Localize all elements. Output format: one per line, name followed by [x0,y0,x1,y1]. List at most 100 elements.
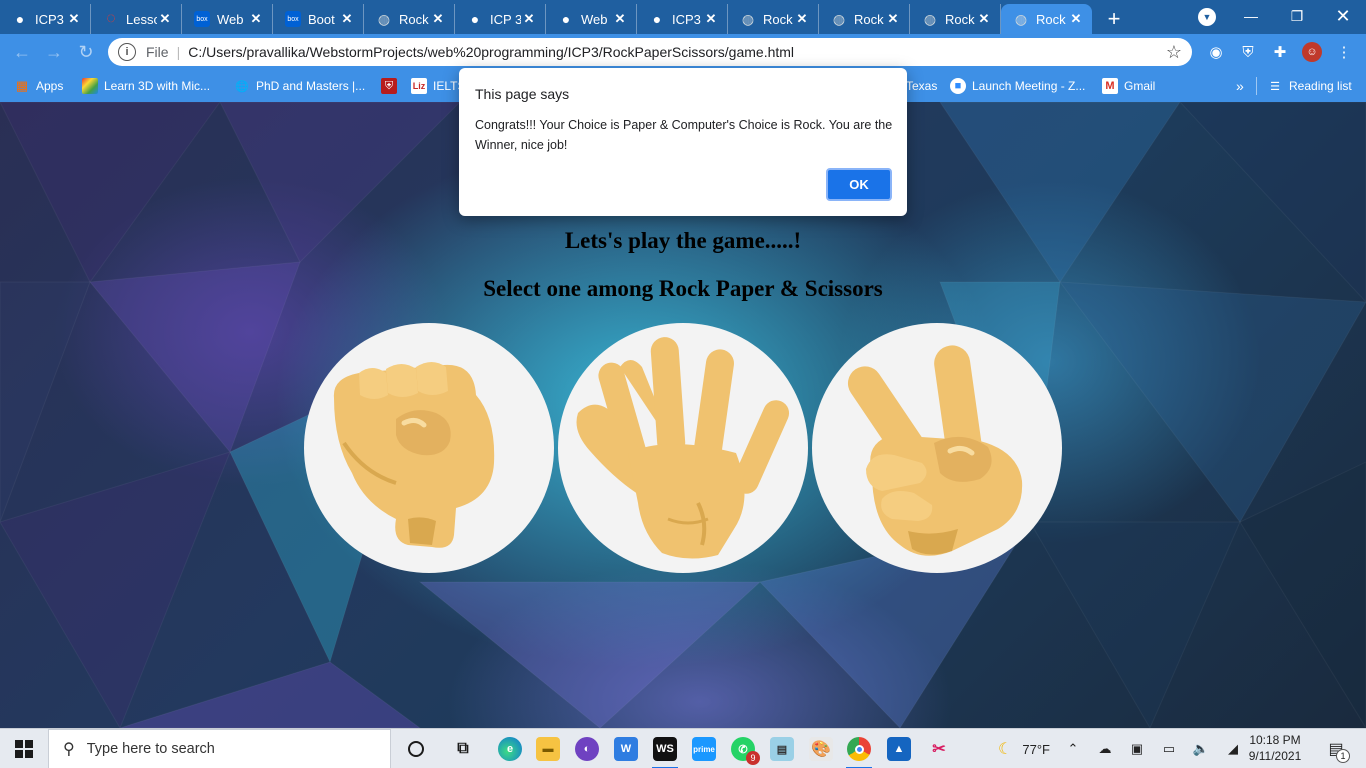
tab-close-icon[interactable]: ✕ [976,11,992,27]
tab-close-icon[interactable]: ✕ [157,11,173,27]
action-center-badge: 1 [1336,749,1350,763]
taskbar-whatsapp[interactable]: ✆ 9 [724,729,762,768]
extension-shield-icon[interactable]: ⛨ [1238,42,1258,62]
search-placeholder: Type here to search [86,741,215,757]
taskbar-webstorm[interactable]: WS [646,729,684,768]
meet-now-icon[interactable]: ▣ [1126,729,1148,768]
address-bar[interactable]: i File | C:/Users/pravallika/WebstormPro… [108,38,1192,66]
bookmark-shield[interactable]: ⛨ [381,77,403,95]
minimize-icon[interactable]: — [1228,0,1274,32]
tab-2[interactable]: ◌ Lesso✕ [91,4,182,34]
circle-icon: ◌ [106,10,116,27]
bookmark-zoom[interactable]: ■ Launch Meeting - Z... [950,77,1085,95]
taskbar-chrome[interactable] [840,729,878,768]
bookmarks-overflow-button[interactable]: » [1236,77,1244,95]
rock-choice-button[interactable] [304,323,554,573]
tab-3[interactable]: box Web ✕ [182,4,273,34]
reading-list-label: Reading list [1289,79,1352,93]
tab-1[interactable]: ● ICP3 ✕ [0,4,91,34]
restore-icon[interactable]: ❐ [1274,0,1320,32]
github-desktop-icon: ◐ [575,737,599,761]
browser-menu-icon[interactable]: ⋮ [1334,42,1354,62]
volume-icon[interactable]: 🔈 [1190,729,1212,768]
shield-icon: ⛨ [381,78,397,94]
close-window-icon[interactable]: ✕ [1320,0,1366,32]
tab-4[interactable]: box Boot ✕ [273,4,364,34]
taskbar-snipping-tool[interactable]: ✂ [920,729,958,768]
taskbar-notepad[interactable]: ▤ [763,729,801,768]
bookmark-phd-masters[interactable]: 🌐 PhD and Masters |... [234,77,365,95]
address-url[interactable]: C:/Users/pravallika/WebstormProjects/web… [188,44,794,60]
ok-button[interactable]: OK [826,168,892,201]
bookmark-label: Apps [36,79,64,93]
liz-icon: Liz [411,78,427,94]
tab-close-icon[interactable]: ✕ [430,11,446,27]
action-center-button[interactable]: ▤ 1 [1318,729,1354,768]
taskbar-wps[interactable]: W [607,729,645,768]
bookmark-learn-3d[interactable]: Learn 3D with Mic... [82,77,210,95]
extensions-puzzle-icon[interactable]: ✚ [1270,42,1290,62]
bookmark-label: Launch Meeting - Z... [972,79,1086,93]
edge-icon: e [498,737,522,761]
taskbar-search-box[interactable]: ⚲ Type here to search [48,729,391,768]
forward-icon[interactable]: → [44,42,64,62]
webstorm-icon: WS [653,737,677,761]
tab-7[interactable]: ● Web ✕ [546,4,637,34]
tab-label: Boot [308,11,335,27]
tab-8[interactable]: ● ICP3 ✕ [637,4,728,34]
tab-strip: ●ICP3✕◌Lesso✕boxWeb✕boxBoot✕◍Rock✕●ICP 3… [0,0,1366,34]
windows-taskbar: ⚲ Type here to search ⧉ e ▬ ◐ W WS prime… [0,728,1366,768]
tab-close-icon[interactable]: ✕ [1068,11,1084,27]
reload-icon[interactable]: ↻ [76,42,96,62]
tab-search-icon[interactable]: ▼ [1198,8,1216,26]
windows-logo-icon [15,740,33,758]
paper-choice-button[interactable] [558,323,808,573]
moon-icon: ☾ [998,741,1013,758]
tab-10[interactable]: ◍ Rock ✕ [819,4,910,34]
taskbar-clock[interactable]: 10:18 PM 9/11/2021 [1240,732,1310,764]
tab-11[interactable]: ◍ Rock ✕ [910,4,1001,34]
bookmark-apps[interactable]: ▦ Apps [14,77,64,95]
taskbar-paint[interactable]: 🎨 [802,729,840,768]
tab-close-icon[interactable]: ✕ [612,11,628,27]
tab-close-icon[interactable]: ✕ [703,11,719,27]
tab-5[interactable]: ◍ Rock ✕ [364,4,455,34]
taskbar-photos[interactable]: ▲ [880,729,918,768]
bookmark-star-icon[interactable]: ☆ [1166,42,1182,63]
extension-eye-icon[interactable]: ◉ [1206,42,1226,62]
colorful-grid-icon [82,78,98,94]
reading-list-button[interactable]: ☰ Reading list [1256,77,1352,95]
tab-close-icon[interactable]: ✕ [339,11,355,27]
weather-widget[interactable]: ☾ 77°F [984,729,1064,768]
bookmark-label: Texas [906,79,938,93]
task-view-button[interactable]: ⧉ [444,729,482,768]
tab-6[interactable]: ● ICP 3 ✕ [455,4,546,34]
profile-avatar[interactable]: ☺ [1302,42,1322,62]
taskbar-github-desktop[interactable]: ◐ [568,729,606,768]
bookmark-gmail[interactable]: M Gmail [1102,77,1155,95]
tab-close-icon[interactable]: ✕ [885,11,901,27]
cortana-button[interactable] [397,729,435,768]
github-icon: ● [561,11,571,27]
info-icon[interactable]: i [118,43,136,61]
back-icon[interactable]: ← [12,42,32,62]
new-tab-button[interactable]: + [1100,4,1128,34]
tab-9[interactable]: ◍ Rock ✕ [728,4,819,34]
taskbar-edge[interactable]: e [491,729,529,768]
tab-close-icon[interactable]: ✕ [521,11,537,27]
address-separator: | [176,44,181,60]
show-hidden-icons-icon[interactable]: ⌃ [1062,729,1084,768]
bookmark-ielts[interactable]: Liz IELTS [411,77,465,95]
scissors-choice-button[interactable] [812,323,1062,573]
wps-icon: W [614,737,638,761]
onedrive-icon[interactable]: ☁ [1094,729,1116,768]
bookmark-label: Gmail [1124,79,1156,93]
tab-close-icon[interactable]: ✕ [794,11,810,27]
tab-close-icon[interactable]: ✕ [66,11,82,27]
taskbar-file-explorer[interactable]: ▬ [529,729,567,768]
tab-12[interactable]: ◍ Rock ✕ [1001,4,1092,34]
tab-close-icon[interactable]: ✕ [248,11,264,27]
battery-icon[interactable]: ▭ [1158,729,1180,768]
start-button[interactable] [0,729,48,768]
taskbar-prime-video[interactable]: prime [685,729,723,768]
